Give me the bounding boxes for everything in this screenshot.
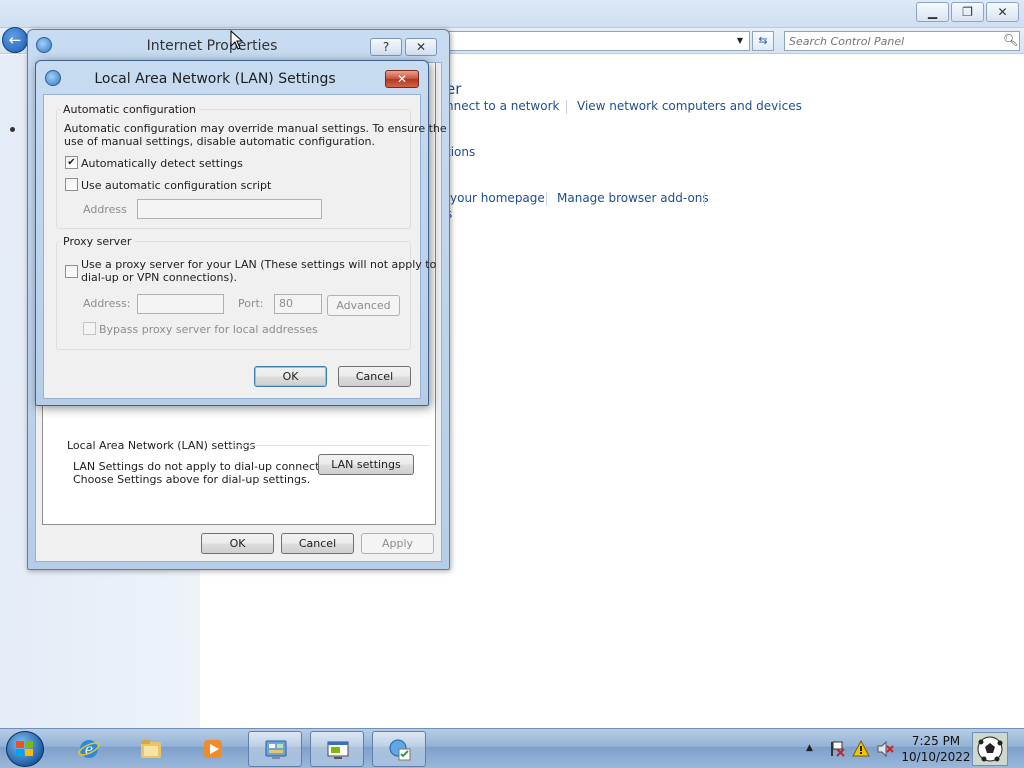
close-button[interactable]: ✕ [986, 2, 1019, 22]
advanced-button[interactable]: Advanced [327, 295, 400, 316]
link-separator [704, 192, 705, 206]
bullet [10, 127, 15, 132]
link-separator [546, 192, 547, 206]
use-proxy-label[interactable]: dial-up or VPN connections). [81, 271, 237, 284]
windows-logo-icon [16, 741, 33, 756]
folder-icon [141, 740, 161, 758]
media-player-icon [204, 740, 222, 758]
volume-muted-icon[interactable] [876, 740, 894, 758]
dialog-title: Internet Properties [146, 38, 278, 54]
back-button[interactable]: ← [2, 27, 28, 53]
auto-detect-label[interactable]: Automatically detect settings [81, 157, 243, 170]
search-input[interactable] [784, 31, 1020, 51]
search-icon[interactable]: 🔍︎ [1003, 33, 1018, 47]
proxy-address-input[interactable] [137, 294, 224, 314]
manage-addons-link[interactable]: Manage browser add-ons [557, 191, 709, 205]
change-homepage-link[interactable]: your homepage [450, 191, 545, 205]
internet-explorer-icon: e [78, 740, 100, 758]
flag-warning-icon[interactable] [828, 740, 846, 758]
internet-options-icon [389, 739, 411, 761]
taskbar-media-player[interactable] [186, 731, 240, 767]
view-network-computers-link[interactable]: View network computers and devices [577, 99, 802, 113]
mouse-pointer-icon [230, 30, 244, 50]
use-proxy-label[interactable]: Use a proxy server for your LAN (These s… [81, 258, 436, 271]
close-button[interactable]: ✕ [385, 70, 419, 88]
control-panel-icon [265, 740, 287, 759]
auto-config-description: use of manual settings, disable automati… [64, 135, 376, 148]
chevron-down-icon[interactable]: ▼ [733, 32, 747, 50]
taskbar-internet-properties[interactable] [372, 731, 426, 767]
auto-detect-checkbox[interactable]: ✔ [65, 156, 78, 169]
taskbar-file-explorer[interactable] [124, 731, 178, 767]
group-title: Proxy server [60, 235, 135, 248]
auto-config-script-checkbox[interactable] [65, 178, 78, 191]
bypass-local-checkbox[interactable] [83, 322, 96, 335]
clock-date[interactable]: 10/10/2022 [900, 750, 972, 764]
refresh-button[interactable]: ⇆ [752, 31, 774, 51]
lan-description: Choose Settings above for dial-up settin… [73, 473, 311, 486]
taskbar-control-panel[interactable] [248, 731, 302, 767]
refresh-icon: ⇆ [758, 34, 768, 47]
group-title: Automatic configuration [60, 103, 199, 116]
checkmark-icon: ✔ [67, 157, 76, 168]
taskbar-network-window[interactable] [310, 731, 364, 767]
alert-icon[interactable] [852, 739, 870, 758]
close-button[interactable]: ✕ [405, 38, 437, 56]
proxy-address-label: Address: [83, 297, 131, 310]
script-address-input[interactable] [137, 199, 322, 219]
lan-description: LAN Settings do not apply to dial-up con… [73, 460, 346, 473]
bypass-local-label[interactable]: Bypass proxy server for local addresses [99, 323, 318, 336]
internet-options-link[interactable]: tions [446, 145, 475, 159]
cancel-button[interactable]: Cancel [281, 533, 354, 554]
taskbar-internet-explorer[interactable]: e [62, 731, 116, 767]
network-window-icon [327, 741, 349, 759]
proxy-port-input[interactable]: 80 [274, 294, 322, 314]
soccer-ball-icon [973, 733, 1007, 765]
connect-network-link[interactable]: nnect to a network [446, 99, 559, 113]
script-address-label: Address [83, 203, 127, 216]
cancel-button[interactable]: Cancel [338, 366, 411, 387]
use-proxy-checkbox[interactable] [65, 265, 78, 278]
ok-button[interactable]: OK [254, 366, 327, 387]
proxy-port-label: Port: [238, 297, 264, 310]
user-avatar-button[interactable] [972, 732, 1008, 766]
link-separator [566, 100, 567, 114]
dialog-title: Local Area Network (LAN) Settings [94, 71, 336, 87]
taskbar: e ▲ 7:25 PM 10/10/2022 [0, 728, 1024, 768]
address-bar[interactable]: ▼ [446, 31, 750, 51]
lan-settings-dialog: Local Area Network (LAN) Settings ✕ Auto… [35, 60, 447, 406]
clock-time[interactable]: 7:25 PM [900, 734, 972, 748]
back-arrow-icon: ← [8, 31, 22, 49]
auto-config-description: Automatic configuration may override man… [64, 122, 447, 135]
group-divider [229, 445, 429, 446]
show-hidden-icons-button[interactable]: ▲ [806, 743, 813, 753]
ok-button[interactable]: OK [201, 533, 274, 554]
maximize-button[interactable]: ❐ [951, 2, 984, 22]
apply-button[interactable]: Apply [361, 533, 434, 554]
lan-settings-button[interactable]: LAN settings [318, 454, 414, 475]
control-panel-titlebar: ▁ ❐ ✕ [0, 0, 1024, 28]
auto-config-script-label[interactable]: Use automatic configuration script [81, 179, 271, 192]
minimize-button[interactable]: ▁ [916, 2, 949, 22]
dialog-body: Automatic configuration Automatic config… [43, 94, 447, 399]
help-button[interactable]: ? [370, 38, 402, 56]
start-button[interactable] [6, 731, 44, 767]
